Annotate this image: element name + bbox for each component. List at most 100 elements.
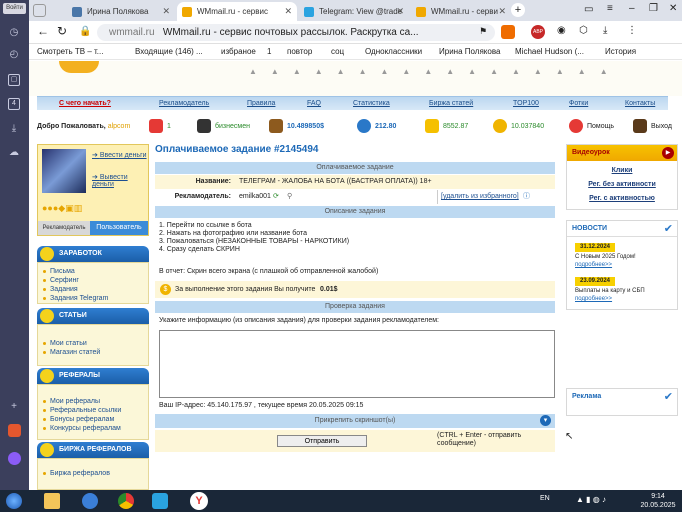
- stat-212[interactable]: 212.80: [357, 114, 396, 139]
- nav-top100[interactable]: TOP100: [513, 97, 539, 111]
- send-button[interactable]: Отправить: [277, 435, 367, 447]
- attach-screenshots[interactable]: Прикрепить скриншот(ы) ▾: [155, 414, 555, 428]
- url-field[interactable]: wmmail.ru WMmail.ru - сервис почтовых ра…: [97, 24, 495, 41]
- stat-coins[interactable]: 10.037840: [493, 114, 544, 139]
- site-logo-icon[interactable]: [59, 61, 99, 73]
- expand-icon[interactable]: ▾: [540, 415, 551, 426]
- video-reg-no-activity[interactable]: Рег. без активности: [567, 178, 677, 192]
- bookmark-icon[interactable]: ⚑: [479, 26, 487, 37]
- menu-title-ref-exchange[interactable]: БИРЖА РЕФЕРАЛОВ: [37, 442, 149, 458]
- menu-title-referrals[interactable]: РЕФЕРАЛЫ: [37, 368, 149, 384]
- menu-tasks[interactable]: Задания: [38, 285, 148, 294]
- bookmark-michael[interactable]: Michael Hudson (...: [515, 44, 584, 60]
- stat-balance[interactable]: 10.489850$: [269, 114, 324, 139]
- advertiser-value[interactable]: emilka001: [239, 190, 271, 204]
- tab-advertiser[interactable]: Рекламодатель: [38, 221, 90, 235]
- telegram-icon[interactable]: [152, 493, 168, 509]
- adblock-icon[interactable]: ABP: [531, 25, 545, 39]
- video-reg-activity[interactable]: Рег. с активностью: [567, 192, 677, 206]
- menu-icon[interactable]: ≡: [607, 3, 613, 14]
- menu-my-articles[interactable]: Мои статьи: [38, 339, 148, 348]
- minimize-icon[interactable]: –: [629, 3, 635, 14]
- nav-stats[interactable]: Статистика: [353, 97, 390, 111]
- help-link[interactable]: Помощь: [569, 114, 614, 139]
- tab-telegram[interactable]: Telegram: View @trade ✕: [299, 2, 409, 21]
- menu-ref-links[interactable]: Реферальные ссылки: [38, 406, 148, 415]
- check-textarea[interactable]: [159, 330, 555, 398]
- deposit-link[interactable]: ➔ Ввести деньги: [92, 151, 147, 159]
- add-icon[interactable]: +: [7, 400, 21, 414]
- video-clicks[interactable]: Клики: [567, 164, 677, 178]
- menu-my-referrals[interactable]: Мои рефералы: [38, 397, 148, 406]
- search-icon[interactable]: ⚲: [287, 190, 292, 204]
- bookmark-tv[interactable]: Смотреть ТВ – т...: [37, 44, 103, 60]
- nav-rules[interactable]: Правила: [247, 97, 275, 111]
- info-icon[interactable]: ⓘ: [523, 190, 530, 204]
- menu-article-shop[interactable]: Магазин статей: [38, 348, 148, 357]
- tab-user[interactable]: Пользователь: [90, 221, 148, 235]
- bookmark-history[interactable]: История: [605, 44, 636, 60]
- tab-wmmail-2[interactable]: WMmail.ru - серви ✕: [411, 2, 511, 21]
- menu-dots-icon[interactable]: ⋮: [627, 25, 637, 36]
- history-icon[interactable]: ◷: [7, 26, 21, 40]
- new-tab-button[interactable]: +: [511, 3, 525, 17]
- tray-icons[interactable]: ▲ ▮ ◍ ♪: [576, 495, 606, 504]
- bookmarks-panel-icon[interactable]: ▭: [584, 4, 593, 15]
- nav-contacts[interactable]: Контакты: [625, 97, 655, 111]
- stat-ref[interactable]: 1: [149, 114, 171, 139]
- mail-app-icon[interactable]: [8, 424, 21, 437]
- menu-title-articles[interactable]: СТАТЬИ: [37, 308, 149, 324]
- menu-surfing[interactable]: Серфинг: [38, 276, 148, 285]
- news-more-1[interactable]: подробнее>>: [575, 262, 612, 268]
- bookmark-povtor[interactable]: повтор: [287, 44, 312, 60]
- nav-advertiser[interactable]: Рекламодатель: [159, 97, 209, 111]
- tabs-icon[interactable]: ▢: [8, 74, 20, 86]
- extension-icon[interactable]: [501, 25, 515, 39]
- cloud-icon[interactable]: ☁: [7, 146, 21, 160]
- clock-icon[interactable]: ◴: [7, 48, 21, 62]
- news-more-2[interactable]: подробнее>>: [575, 296, 612, 302]
- bookmark-soc[interactable]: соц: [331, 44, 344, 60]
- login-button[interactable]: Войти: [3, 3, 26, 14]
- menu-ref-contests[interactable]: Конкурсы рефералам: [38, 424, 148, 433]
- shield-icon[interactable]: ⬡: [579, 25, 588, 36]
- bookmark-irina[interactable]: Ирина Полякова: [439, 44, 500, 60]
- remove-favorite-link[interactable]: [удалить из избранного]: [441, 190, 519, 204]
- menu-title-earn[interactable]: ЗАРАБОТОК: [37, 246, 149, 262]
- yandex-icon[interactable]: Y: [190, 492, 208, 510]
- network-icon[interactable]: [82, 493, 98, 509]
- menu-tasks-telegram[interactable]: Задания Telegram: [38, 294, 148, 303]
- stat-status[interactable]: бизнесмен: [197, 114, 250, 139]
- exit-link[interactable]: Выход: [633, 114, 672, 139]
- nav-photos[interactable]: Фотки: [569, 97, 588, 111]
- bookmark-1[interactable]: 1: [267, 44, 271, 60]
- menu-letters[interactable]: Письма: [38, 267, 148, 276]
- chrome-icon[interactable]: [118, 493, 134, 509]
- nav-articles[interactable]: Биржа статей: [429, 97, 473, 111]
- restore-icon[interactable]: ❐: [649, 3, 658, 14]
- bookmark-izbranoe[interactable]: избраное: [221, 44, 256, 60]
- start-button[interactable]: [6, 493, 22, 509]
- reload-icon[interactable]: ↻: [57, 24, 67, 38]
- menu-ref-market[interactable]: Биржа рефералов: [38, 469, 148, 478]
- badge-4-icon[interactable]: 4: [8, 98, 20, 110]
- download-icon[interactable]: ⤓: [7, 122, 21, 136]
- download-toolbar-icon[interactable]: ⤓: [603, 25, 607, 36]
- language-indicator[interactable]: EN: [540, 495, 550, 502]
- alice-icon[interactable]: [8, 452, 21, 465]
- tab-switcher-icon[interactable]: [33, 4, 46, 17]
- bookmark-ok[interactable]: Одноклассники: [365, 44, 422, 60]
- nav-faq[interactable]: FAQ: [307, 97, 321, 111]
- tab-wmmail-active[interactable]: WMmail.ru - сервис ✕: [177, 2, 297, 21]
- explorer-icon[interactable]: [44, 493, 60, 509]
- menu-ref-bonuses[interactable]: Бонусы рефералам: [38, 415, 148, 424]
- close-window-icon[interactable]: ✕: [669, 3, 677, 14]
- withdraw-link[interactable]: ➔ Вывести деньги: [92, 173, 148, 188]
- nav-start[interactable]: С чего начать?: [59, 97, 111, 111]
- back-icon[interactable]: ←: [37, 24, 49, 38]
- stat-rating[interactable]: 8552.87: [425, 114, 468, 139]
- bookmark-inbox[interactable]: Входящие (146) ...: [135, 44, 203, 60]
- clock[interactable]: 9:14 20.05.2025: [638, 492, 678, 510]
- vpn-icon[interactable]: ◉: [557, 25, 566, 36]
- avatar[interactable]: [42, 149, 86, 193]
